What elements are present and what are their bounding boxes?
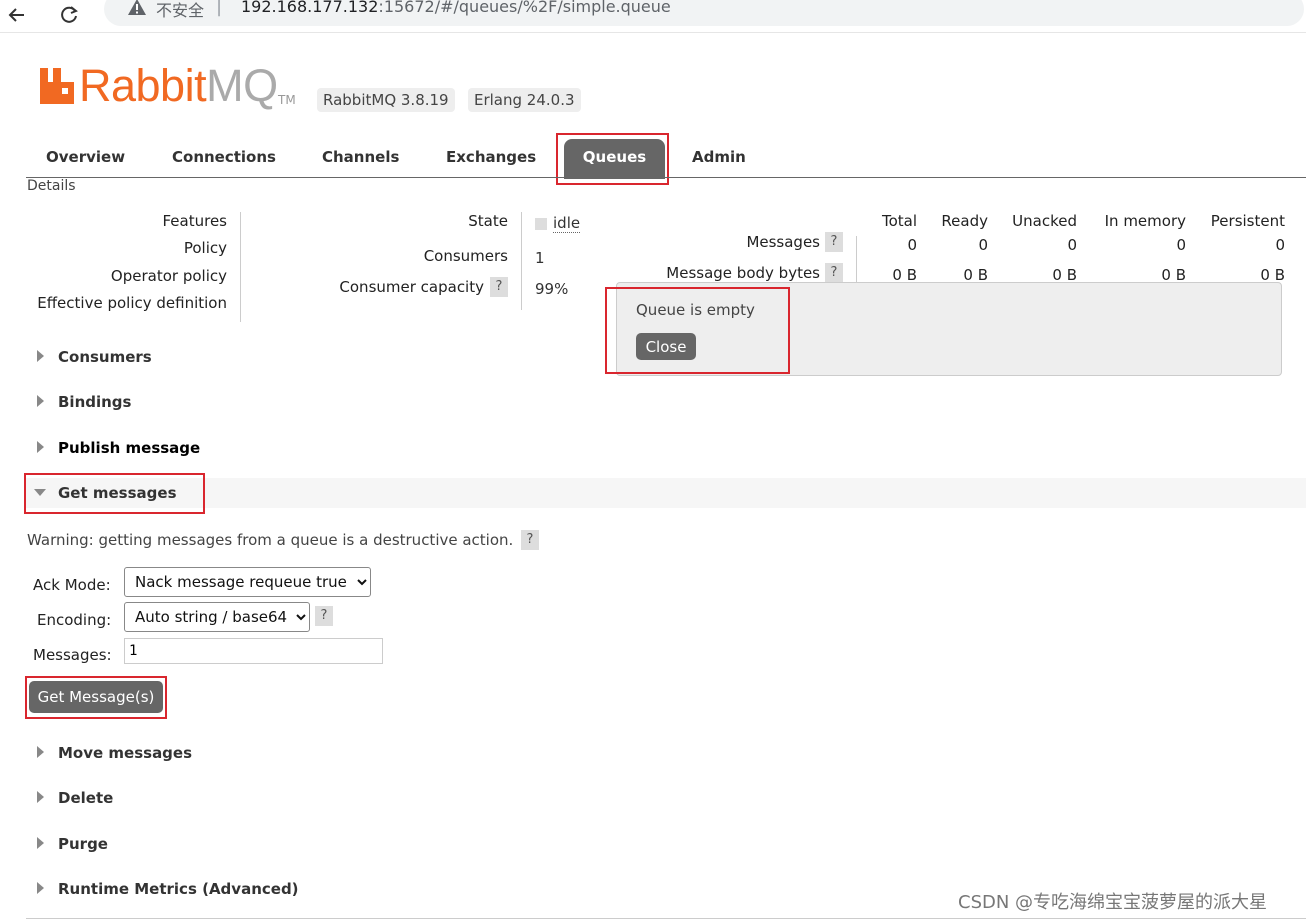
stats-cell: 0 xyxy=(978,236,988,254)
encoding-label: Encoding: xyxy=(37,611,112,629)
features-label: Features xyxy=(162,212,228,230)
encoding-help-icon[interactable]: ? xyxy=(315,606,333,626)
section-move-label: Move messages xyxy=(58,744,193,762)
section-publish-label: Publish message xyxy=(58,439,201,457)
stats-divider xyxy=(856,236,857,284)
ack-mode-select[interactable]: Nack message requeue true xyxy=(124,567,371,597)
tab-connections[interactable]: Connections xyxy=(172,148,276,166)
section-purge[interactable]: Purge xyxy=(37,835,108,853)
warning-icon xyxy=(128,0,146,15)
highlight-popup xyxy=(605,287,790,374)
triangle-right-icon xyxy=(37,395,44,407)
url-separator: | xyxy=(216,0,223,17)
stats-col-persistent: Persistent xyxy=(1210,212,1285,230)
get-messages-header-bg xyxy=(26,478,1306,508)
security-status-label: 不安全 xyxy=(156,1,205,20)
bottom-divider xyxy=(26,918,1306,919)
consumer-capacity-label: Consumer capacity xyxy=(339,278,484,296)
consumer-capacity-help-icon[interactable]: ? xyxy=(490,277,508,297)
details-heading: Details xyxy=(27,178,76,194)
rabbitmq-logo-icon xyxy=(40,68,74,104)
section-consumers-label: Consumers xyxy=(58,348,152,366)
stats-cell: 0 xyxy=(1275,236,1285,254)
triangle-right-icon xyxy=(37,791,44,803)
consumers-value: 1 xyxy=(535,249,545,267)
encoding-select[interactable]: Auto string / base64 xyxy=(124,602,310,632)
logo-trademark: TM xyxy=(278,93,296,107)
stats-col-ready: Ready xyxy=(941,212,988,230)
section-bindings-label: Bindings xyxy=(58,393,132,411)
tab-admin[interactable]: Admin xyxy=(692,148,746,166)
section-delete-label: Delete xyxy=(58,789,114,807)
section-publish-message[interactable]: Publish message xyxy=(37,439,200,457)
stats-col-in-memory: In memory xyxy=(1104,212,1186,230)
section-purge-label: Purge xyxy=(58,835,108,853)
logo-text: RabbitMQ xyxy=(79,60,278,112)
triangle-right-icon xyxy=(37,882,44,894)
triangle-right-icon xyxy=(37,837,44,849)
rabbitmq-version-badge: RabbitMQ 3.8.19 xyxy=(317,88,455,112)
consumer-capacity-value: 99% xyxy=(535,280,569,298)
stats-col-unacked: Unacked xyxy=(1012,212,1077,230)
stats-cell: 0 xyxy=(1176,236,1186,254)
policy-label: Policy xyxy=(183,239,227,257)
tab-overview[interactable]: Overview xyxy=(46,148,125,166)
csdn-watermark: CSDN @专吃海绵宝宝菠萝屋的派大星 xyxy=(958,892,1268,913)
effective-policy-label: Effective policy definition xyxy=(37,294,227,312)
tab-exchanges[interactable]: Exchanges xyxy=(446,148,536,166)
section-delete[interactable]: Delete xyxy=(37,789,113,807)
section-runtime-label: Runtime Metrics (Advanced) xyxy=(58,880,299,898)
back-arrow-icon[interactable] xyxy=(6,4,28,26)
warning-help-icon[interactable]: ? xyxy=(521,530,539,550)
details-divider-2 xyxy=(521,212,522,310)
stats-row-label: Message body bytes xyxy=(666,264,820,282)
messages-help-icon[interactable]: ? xyxy=(825,232,843,252)
erlang-version-badge: Erlang 24.0.3 xyxy=(468,88,581,112)
url-host: 192.168.177.132 xyxy=(241,0,379,16)
messages-count-label: Messages: xyxy=(33,646,112,664)
state-value: idle xyxy=(553,214,581,233)
triangle-right-icon xyxy=(37,350,44,362)
url-text[interactable]: 192.168.177.132:15672/#/queues/%2F/simpl… xyxy=(241,0,671,16)
section-consumers[interactable]: Consumers xyxy=(37,348,152,366)
triangle-right-icon xyxy=(37,746,44,758)
tab-underline xyxy=(26,177,1306,178)
section-move-messages[interactable]: Move messages xyxy=(37,744,192,762)
messages-count-input[interactable] xyxy=(124,638,383,664)
highlight-get-button xyxy=(25,676,167,719)
logo-word-mq: MQ xyxy=(206,60,278,111)
stats-cell: 0 xyxy=(1067,236,1077,254)
get-messages-warning: Warning: getting messages from a queue i… xyxy=(27,531,514,549)
consumers-label: Consumers xyxy=(423,247,508,265)
reload-icon[interactable] xyxy=(58,4,80,26)
url-path: :15672/#/queues/%2F/simple.queue xyxy=(378,0,671,16)
tab-channels[interactable]: Channels xyxy=(322,148,399,166)
body-bytes-help-icon[interactable]: ? xyxy=(825,263,843,283)
highlight-get-messages xyxy=(24,473,205,514)
triangle-right-icon xyxy=(37,441,44,453)
details-divider-1 xyxy=(240,212,241,322)
stats-row-label: Messages xyxy=(746,233,820,251)
ack-mode-label: Ack Mode: xyxy=(33,576,111,594)
section-bindings[interactable]: Bindings xyxy=(37,393,131,411)
stats-cell: 0 xyxy=(907,236,917,254)
state-idle-indicator xyxy=(535,218,547,230)
section-runtime-metrics[interactable]: Runtime Metrics (Advanced) xyxy=(37,880,299,898)
stats-col-total: Total xyxy=(881,212,917,230)
operator-policy-label: Operator policy xyxy=(110,267,227,285)
state-label: State xyxy=(468,212,508,230)
logo-word-rabbit: Rabbit xyxy=(79,60,207,111)
